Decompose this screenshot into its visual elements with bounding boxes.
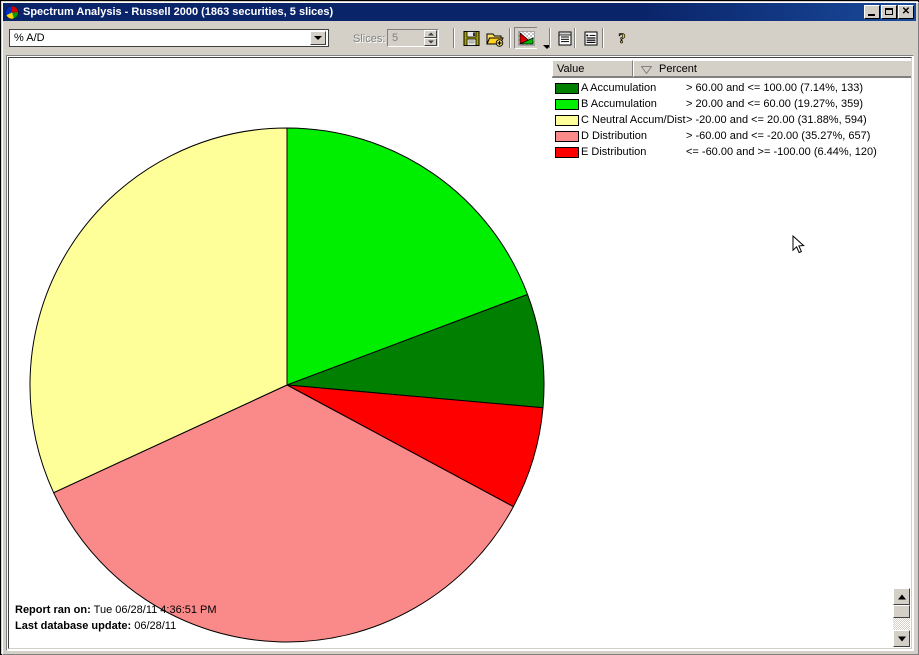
add-report-button[interactable] [579, 27, 603, 49]
legend-color-swatch [555, 130, 579, 142]
indicator-select-value: % A/D [14, 32, 45, 44]
report-list-icon [558, 31, 572, 45]
legend-column-value[interactable]: Value [552, 60, 633, 77]
triangle-down-icon [427, 40, 434, 44]
legend-row[interactable]: B Accumulation > 20.00 and <= 60.00 (19.2… [552, 96, 911, 112]
slices-spin-buttons [424, 30, 437, 46]
last-update-line: Last database update: 06/28/11 [15, 618, 217, 634]
vertical-scrollbar[interactable] [893, 588, 910, 647]
legend-row-name: D Distribution [581, 130, 648, 142]
legend-row-name: C Neutral Accum/Dist [581, 114, 686, 126]
indicator-select-arrow[interactable] [310, 31, 326, 45]
window-title: Spectrum Analysis - Russell 2000 (1863 s… [23, 6, 334, 18]
legend-row-description: > 20.00 and <= 60.00 (19.27%, 359) [686, 98, 864, 110]
title-bar[interactable]: Spectrum Analysis - Russell 2000 (1863 s… [3, 3, 916, 21]
legend-color-swatch [555, 146, 579, 158]
chart-legend: Value Percent A Accumulation > 60.00 and … [552, 60, 911, 160]
indicator-select[interactable]: % A/D [9, 29, 329, 47]
chart-view-button[interactable] [514, 27, 538, 49]
report-ran-value: Tue 06/28/11 4:36:51 PM [93, 604, 217, 616]
last-update-value: 06/28/11 [134, 620, 177, 632]
legend-row[interactable]: E Distribution <= -60.00 and >= -100.00 (… [552, 144, 911, 160]
legend-column-percent-label: Percent [659, 62, 697, 75]
open-button[interactable] [483, 27, 507, 49]
legend-rows: A Accumulation > 60.00 and <= 100.00 (7.1… [552, 78, 911, 160]
legend-row[interactable]: C Neutral Accum/Dist > -20.00 and <= 20.0… [552, 112, 911, 128]
minimize-button[interactable] [864, 5, 880, 19]
legend-row-description: > 60.00 and <= 100.00 (7.14%, 133) [686, 82, 864, 94]
toolbar-separator [549, 28, 551, 48]
legend-color-swatch [555, 82, 579, 94]
open-folder-plus-icon [486, 33, 504, 47]
caption-buttons: ✕ [864, 5, 914, 19]
chevron-down-icon [314, 36, 322, 40]
triangle-up-icon [427, 32, 434, 36]
pie-chart-app-icon [4, 4, 20, 20]
last-update-label: Last database update: [15, 620, 132, 632]
report-canvas: B Accumulation > 20.00 and <= 60.00 (19.… [8, 57, 912, 649]
slices-label: Slices: [353, 33, 386, 45]
legend-header-row: Value Percent [552, 60, 911, 78]
report-client-area: B Accumulation > 20.00 and <= 60.00 (19.… [6, 55, 914, 651]
legend-column-percent[interactable]: Percent [633, 60, 911, 77]
toolbar-separator [509, 28, 511, 48]
svg-text:?: ? [618, 31, 626, 46]
legend-row-description: <= -60.00 and >= -100.00 (6.44%, 120) [686, 146, 877, 158]
legend-row[interactable]: A Accumulation > 60.00 and <= 100.00 (7.1… [552, 80, 911, 96]
slices-increment-button[interactable] [424, 30, 437, 38]
scrollbar-thumb[interactable] [893, 605, 910, 618]
save-button[interactable] [459, 27, 483, 49]
application-window: Spectrum Analysis - Russell 2000 (1863 s… [0, 0, 919, 655]
sort-descending-icon [640, 65, 653, 74]
pie-chart-icon [517, 30, 535, 46]
close-button[interactable]: ✕ [898, 5, 914, 19]
report-add-icon [584, 31, 597, 45]
pie-chart[interactable]: B Accumulation > 20.00 and <= 60.00 (19.… [9, 58, 569, 649]
scroll-up-button[interactable] [893, 588, 910, 605]
toolbar-separator [574, 28, 576, 48]
legend-row-name: A Accumulation [581, 82, 657, 94]
report-ran-label: Report ran on: [15, 604, 91, 616]
legend-row-description: > -60.00 and <= -20.00 (35.27%, 657) [686, 130, 871, 142]
legend-color-swatch [555, 114, 579, 126]
scroll-down-icon [897, 636, 906, 641]
legend-row-description: > -20.00 and <= 20.00 (31.88%, 594) [686, 114, 867, 126]
help-button[interactable]: ? [610, 27, 634, 49]
slices-decrement-button[interactable] [424, 38, 437, 46]
close-icon: ✕ [901, 6, 911, 17]
legend-row[interactable]: D Distribution > -60.00 and <= -20.00 (35… [552, 128, 911, 144]
maximize-icon [885, 8, 893, 15]
slices-stepper[interactable]: 5 [387, 29, 439, 47]
scroll-down-button[interactable] [893, 630, 910, 647]
maximize-button[interactable] [881, 5, 897, 19]
scrollbar-track[interactable] [893, 618, 910, 630]
legend-color-swatch [555, 98, 579, 110]
pie-chart-svg[interactable]: B Accumulation > 20.00 and <= 60.00 (19.… [9, 58, 569, 649]
slices-value: 5 [392, 32, 399, 44]
floppy-disk-icon [463, 30, 479, 46]
toolbar-separator [602, 28, 604, 48]
toolbar-separator [453, 28, 455, 48]
legend-row-name: B Accumulation [581, 98, 657, 110]
report-ran-line: Report ran on: Tue 06/28/11 4:36:51 PM [15, 602, 217, 618]
minimize-icon [868, 14, 875, 16]
scroll-up-icon [897, 594, 906, 599]
legend-row-name: E Distribution [581, 146, 647, 158]
question-mark-icon: ? [618, 31, 626, 46]
report-footer: Report ran on: Tue 06/28/11 4:36:51 PM L… [15, 602, 217, 634]
